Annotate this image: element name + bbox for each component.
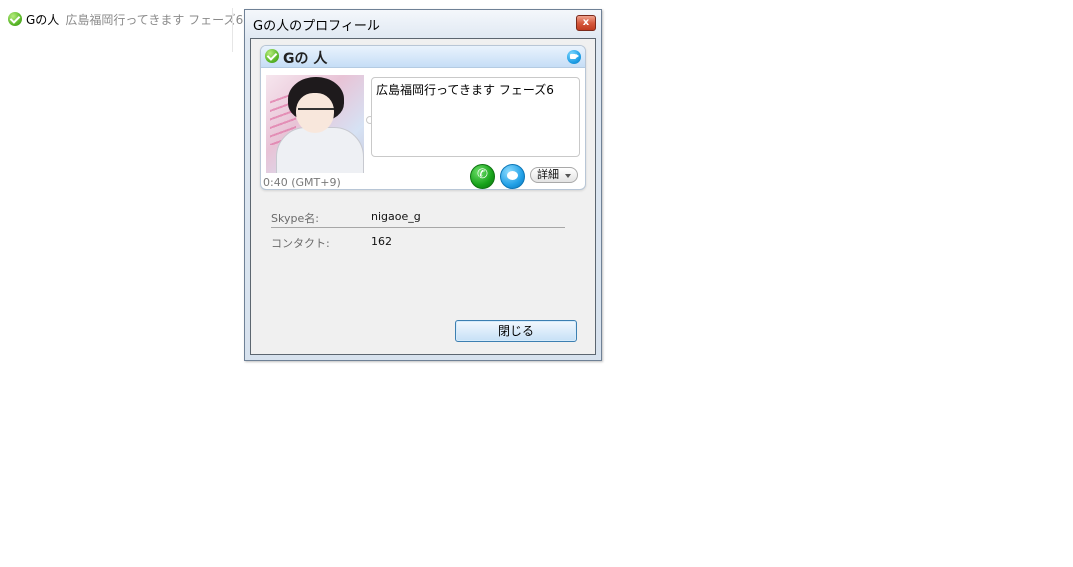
window-title: Gの人のプロフィール <box>253 19 380 34</box>
skype-name-value: nigaoe_g <box>371 210 421 223</box>
profile-window: Gの人のプロフィール x Gの 人 広島福岡行ってきます フェーズ6 0:40 … <box>244 9 602 361</box>
skype-name-label: Skype名: <box>271 212 319 225</box>
call-button[interactable] <box>470 164 495 189</box>
avatar-glasses <box>298 108 334 118</box>
close-button[interactable]: 閉じる <box>455 320 577 342</box>
contacts-value: 162 <box>371 235 392 248</box>
info-divider <box>271 227 565 228</box>
local-time: 0:40 (GMT+9) <box>263 176 341 189</box>
avatar-shirt <box>276 127 364 173</box>
details-dropdown-button[interactable]: 詳細 <box>530 167 578 183</box>
mood-message-bubble: 広島福岡行ってきます フェーズ6 <box>371 77 580 157</box>
profile-card-header: Gの 人 <box>261 46 585 68</box>
contact-name: Gの人 <box>26 12 60 27</box>
contact-list-entry[interactable]: Gの人 広島福岡行ってきます フェーズ6 <box>8 9 243 29</box>
online-status-icon <box>265 49 279 63</box>
window-client-area: Gの 人 広島福岡行ってきます フェーズ6 0:40 (GMT+9) 詳細 Sk… <box>250 38 596 355</box>
chevron-down-icon <box>565 174 571 178</box>
window-close-button[interactable]: x <box>576 15 596 31</box>
contact-mood-message: 広島福岡行ってきます フェーズ6 <box>65 12 244 27</box>
divider <box>232 8 233 52</box>
profile-display-name: Gの 人 <box>283 51 328 67</box>
video-call-icon[interactable] <box>567 50 581 64</box>
profile-card: Gの 人 広島福岡行ってきます フェーズ6 0:40 (GMT+9) 詳細 <box>260 45 586 190</box>
online-status-icon <box>8 12 22 26</box>
contacts-label: コンタクト: <box>271 237 330 250</box>
avatar <box>266 75 364 173</box>
chat-button[interactable] <box>500 164 525 189</box>
details-label: 詳細 <box>537 168 559 181</box>
